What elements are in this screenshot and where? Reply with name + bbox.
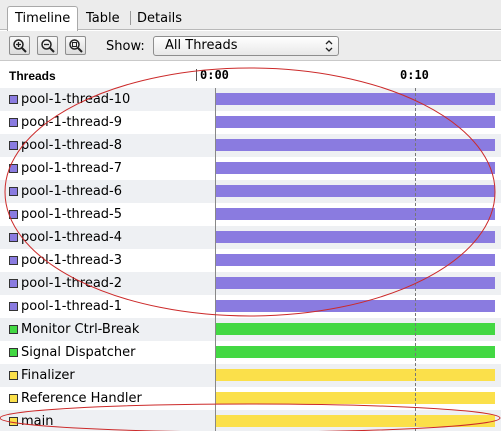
zoom-in-button[interactable] <box>9 36 30 55</box>
thread-row[interactable]: Reference Handler <box>0 387 501 410</box>
thread-color-swatch <box>9 394 18 403</box>
thread-activity-bar[interactable] <box>215 415 495 427</box>
thread-color-swatch <box>9 118 18 127</box>
timeline-header: Threads 0:00 0:10 <box>0 62 501 88</box>
zoom-in-icon <box>13 39 27 53</box>
show-label: Show: <box>106 39 145 54</box>
zoom-out-button[interactable] <box>37 36 58 55</box>
thread-row[interactable]: pool-1-thread-6 <box>0 180 501 203</box>
thread-name: main <box>21 414 54 429</box>
thread-activity-bar[interactable] <box>215 346 495 358</box>
show-threads-select[interactable]: All Threads <box>153 36 339 56</box>
thread-name: pool-1-thread-6 <box>21 184 122 199</box>
tab-table[interactable]: Table <box>78 6 128 30</box>
tick-label-0: 0:00 <box>200 68 229 82</box>
thread-name: Monitor Ctrl-Break <box>21 322 140 337</box>
thread-row[interactable]: pool-1-thread-4 <box>0 226 501 249</box>
thread-activity-bar[interactable] <box>215 392 495 404</box>
thread-name: Signal Dispatcher <box>21 345 136 360</box>
thread-name: pool-1-thread-3 <box>21 253 122 268</box>
thread-activity-bar[interactable] <box>215 185 495 197</box>
thread-color-swatch <box>9 256 18 265</box>
thread-row[interactable]: pool-1-thread-7 <box>0 157 501 180</box>
thread-row[interactable]: pool-1-thread-1 <box>0 295 501 318</box>
tab-bar: Timeline Table Details <box>0 0 501 31</box>
thread-name: pool-1-thread-10 <box>21 92 131 107</box>
thread-activity-bar[interactable] <box>215 300 495 312</box>
thread-list: pool-1-thread-10 pool-1-thread-9 pool-1-th… <box>0 88 501 431</box>
thread-row[interactable]: pool-1-thread-5 <box>0 203 501 226</box>
thread-name: pool-1-thread-5 <box>21 207 122 222</box>
tab-timeline[interactable]: Timeline <box>7 6 79 31</box>
thread-name: pool-1-thread-1 <box>21 299 122 314</box>
tick-label-1: 0:10 <box>400 68 429 82</box>
thread-name: pool-1-thread-9 <box>21 115 122 130</box>
thread-color-swatch <box>9 141 18 150</box>
zoom-fit-icon <box>69 39 83 53</box>
thread-name: Reference Handler <box>21 391 142 406</box>
thread-name: pool-1-thread-7 <box>21 161 122 176</box>
thread-name: pool-1-thread-4 <box>21 230 122 245</box>
thread-row[interactable]: Monitor Ctrl-Break <box>0 318 501 341</box>
thread-activity-bar[interactable] <box>215 231 495 243</box>
threads-column-header: Threads <box>9 69 56 83</box>
thread-color-swatch <box>9 187 18 196</box>
thread-activity-bar[interactable] <box>215 93 495 105</box>
thread-color-swatch <box>9 417 18 426</box>
thread-color-swatch <box>9 371 18 380</box>
thread-activity-bar[interactable] <box>215 323 495 335</box>
timeline-start-line <box>215 88 216 431</box>
thread-color-swatch <box>9 279 18 288</box>
thread-activity-bar[interactable] <box>215 139 495 151</box>
thread-name: Finalizer <box>21 368 75 383</box>
show-threads-value: All Threads <box>165 38 238 53</box>
thread-row[interactable]: Signal Dispatcher <box>0 341 501 364</box>
tick-mark-start <box>196 69 197 81</box>
tab-details[interactable]: Details <box>129 6 190 30</box>
thread-activity-bar[interactable] <box>215 254 495 266</box>
thread-row[interactable]: pool-1-thread-2 <box>0 272 501 295</box>
thread-activity-bar[interactable] <box>215 162 495 174</box>
thread-color-swatch <box>9 233 18 242</box>
thread-color-swatch <box>9 210 18 219</box>
thread-color-swatch <box>9 348 18 357</box>
thread-activity-bar[interactable] <box>215 208 495 220</box>
thread-row[interactable]: pool-1-thread-3 <box>0 249 501 272</box>
thread-name: pool-1-thread-8 <box>21 138 122 153</box>
thread-color-swatch <box>9 325 18 334</box>
select-arrows-icon <box>325 40 333 52</box>
thread-row[interactable]: pool-1-thread-8 <box>0 134 501 157</box>
thread-row[interactable]: Finalizer <box>0 364 501 387</box>
thread-color-swatch <box>9 164 18 173</box>
timeline-gridline <box>415 88 416 431</box>
thread-activity-bar[interactable] <box>215 369 495 381</box>
zoom-out-icon <box>41 39 55 53</box>
thread-color-swatch <box>9 95 18 104</box>
thread-row[interactable]: pool-1-thread-9 <box>0 111 501 134</box>
thread-color-swatch <box>9 302 18 311</box>
thread-row[interactable]: pool-1-thread-10 <box>0 88 501 111</box>
zoom-fit-button[interactable] <box>65 36 86 55</box>
thread-activity-bar[interactable] <box>215 116 495 128</box>
thread-activity-bar[interactable] <box>215 277 495 289</box>
thread-name: pool-1-thread-2 <box>21 276 122 291</box>
thread-row[interactable]: main <box>0 410 501 431</box>
toolbar: Show: All Threads <box>0 31 501 61</box>
